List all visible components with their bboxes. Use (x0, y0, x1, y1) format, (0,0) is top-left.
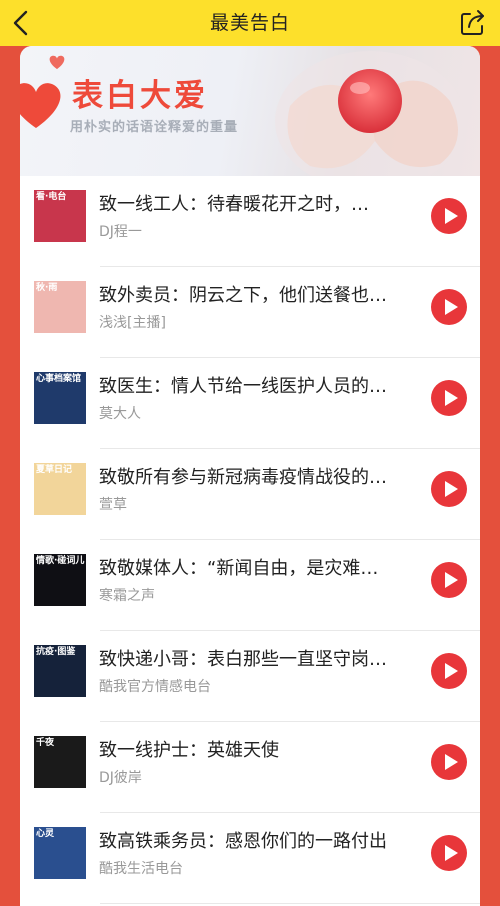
play-icon (445, 754, 458, 770)
heart-hands-image (275, 51, 465, 176)
play-icon (445, 663, 458, 679)
banner-title: 表白大爱 (72, 78, 208, 114)
page-title: 最美告白 (209, 12, 290, 34)
item-author: 莫大人 (99, 406, 141, 422)
cover-thumbnail[interactable]: 心灵 (34, 827, 86, 879)
item-title[interactable]: 致一线护士：英雄天使 (99, 736, 419, 762)
item-author: 酷我官方情感电台 (99, 679, 211, 695)
play-icon (445, 299, 458, 315)
play-button[interactable] (431, 380, 467, 416)
item-author: 寒霜之声 (99, 588, 155, 604)
cover-text: 秋·雨 (36, 283, 58, 293)
list-item[interactable]: 千夜 致一线护士：英雄天使 DJ彼岸 (20, 722, 480, 813)
cover-text: 千夜 (36, 738, 55, 748)
banner: 表白大爱 用朴实的话语诠释爱的重量 (20, 46, 480, 176)
cover-thumbnail[interactable]: 心事档案馆 (34, 372, 86, 424)
item-author: 浅浅[主播] (99, 315, 166, 331)
banner-subtitle: 用朴实的话语诠释爱的重量 (70, 120, 239, 135)
cover-thumbnail[interactable]: 秋·雨 (34, 281, 86, 333)
item-title[interactable]: 致一线工人：待春暖花开之时，… (99, 190, 419, 216)
cover-text: 夏草日记 (36, 465, 73, 475)
content-card: 表白大爱 用朴实的话语诠释爱的重量 看·电台 致一线工人：待春暖花开之时，… DJ程… (20, 46, 480, 906)
item-title[interactable]: 致医生：情人节给一线医护人员的… (99, 372, 419, 398)
play-button[interactable] (431, 289, 467, 325)
cover-text: 心灵 (36, 829, 55, 839)
item-author: DJ程一 (99, 224, 142, 240)
top-bar: 最美告白 (0, 0, 500, 46)
item-title[interactable]: 致敬所有参与新冠病毒疫情战役的… (99, 463, 419, 489)
cover-text: 看·电台 (36, 192, 67, 202)
play-button[interactable] (431, 562, 467, 598)
play-button[interactable] (431, 653, 467, 689)
list-item[interactable]: 情歌·碰词儿 致敬媒体人：“新闻自由，是灾难… 寒霜之声 (20, 540, 480, 631)
list-item[interactable]: 抗疫·图鉴 致快递小哥：表白那些一直坚守岗… 酷我官方情感电台 (20, 631, 480, 722)
cover-text: 心事档案馆 (36, 374, 82, 384)
item-title[interactable]: 致敬媒体人：“新闻自由，是灾难… (99, 554, 419, 580)
cover-thumbnail[interactable]: 抗疫·图鉴 (34, 645, 86, 697)
item-title[interactable]: 致外卖员：阴云之下，他们送餐也… (99, 281, 419, 307)
play-icon (445, 208, 458, 224)
play-button[interactable] (431, 198, 467, 234)
cover-thumbnail[interactable]: 千夜 (34, 736, 86, 788)
share-icon[interactable] (458, 8, 488, 38)
play-button[interactable] (431, 471, 467, 507)
item-title[interactable]: 致快递小哥：表白那些一直坚守岗… (99, 645, 419, 671)
item-author: 酷我生活电台 (99, 861, 183, 877)
item-author: DJ彼岸 (99, 770, 142, 786)
play-button[interactable] (431, 744, 467, 780)
cover-text: 情歌·碰词儿 (36, 556, 85, 566)
play-icon (445, 845, 458, 861)
list-item[interactable]: 秋·雨 致外卖员：阴云之下，他们送餐也… 浅浅[主播] (20, 267, 480, 358)
heart-icon (20, 83, 61, 128)
program-list: 看·电台 致一线工人：待春暖花开之时，… DJ程一秋·雨 致外卖员：阴云之下，他们送餐… (20, 176, 480, 904)
play-icon (445, 481, 458, 497)
list-item[interactable]: 看·电台 致一线工人：待春暖花开之时，… DJ程一 (20, 176, 480, 267)
cover-thumbnail[interactable]: 情歌·碰词儿 (34, 554, 86, 606)
play-icon (445, 390, 458, 406)
play-button[interactable] (431, 835, 467, 871)
item-title[interactable]: 致高铁乘务员：感恩你们的一路付出 (99, 827, 419, 853)
cover-thumbnail[interactable]: 看·电台 (34, 190, 86, 242)
list-item[interactable]: 心事档案馆 致医生：情人节给一线医护人员的… 莫大人 (20, 358, 480, 449)
cover-text: 抗疫·图鉴 (36, 647, 76, 657)
heart-icon (49, 55, 65, 70)
cover-thumbnail[interactable]: 夏草日记 (34, 463, 86, 515)
list-item[interactable]: 夏草日记 致敬所有参与新冠病毒疫情战役的… 萱草 (20, 449, 480, 540)
item-author: 萱草 (99, 497, 127, 513)
list-item[interactable]: 心灵 致高铁乘务员：感恩你们的一路付出酷我生活电台 (20, 813, 480, 904)
play-icon (445, 572, 458, 588)
